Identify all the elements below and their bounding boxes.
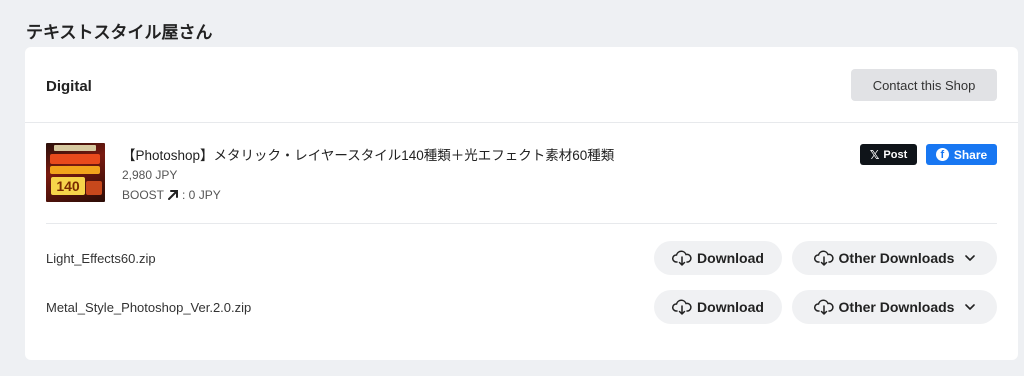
other-downloads-label: Other Downloads (838, 299, 955, 315)
digital-card: Digital Contact this Shop 140 【Photoshop… (25, 47, 1018, 360)
facebook-share-button[interactable]: f Share (926, 144, 997, 165)
file-name: Metal_Style_Photoshop_Ver.2.0.zip (46, 300, 252, 315)
arrow-up-right-icon (168, 190, 179, 200)
cloud-download-icon (672, 250, 692, 266)
download-label: Download (697, 299, 764, 315)
product-price: 2,980 JPY (122, 168, 178, 182)
file-row: Metal_Style_Photoshop_Ver.2.0.zip Downlo… (46, 290, 997, 324)
boost-label: BOOST (122, 188, 165, 202)
cloud-download-icon (672, 299, 692, 315)
card-title: Digital (46, 78, 92, 95)
facebook-share-label: Share (953, 147, 988, 162)
shop-name: テキストスタイル屋さん (26, 23, 213, 42)
x-post-label: Post (883, 148, 908, 161)
file-name: Light_Effects60.zip (46, 251, 156, 266)
product-item: 140 【Photoshop】メタリック・レイヤースタイル140種類＋光エフェク… (46, 142, 997, 224)
download-button[interactable]: Download (654, 241, 782, 275)
other-downloads-button[interactable]: Other Downloads (792, 290, 997, 324)
thumbnail-number: 140 (51, 177, 85, 195)
product-title[interactable]: 【Photoshop】メタリック・レイヤースタイル140種類＋光エフェクト素材6… (122, 144, 614, 164)
x-post-button[interactable]: 𝕏 Post (860, 144, 917, 165)
card-header: Digital Contact this Shop (25, 47, 1018, 123)
download-label: Download (697, 250, 764, 266)
download-button[interactable]: Download (654, 290, 782, 324)
cloud-download-icon (813, 299, 834, 315)
contact-shop-button[interactable]: Contact this Shop (851, 69, 997, 101)
chevron-down-icon (965, 304, 976, 310)
product-thumbnail[interactable]: 140 (46, 143, 105, 202)
boost-value: : 0 JPY (182, 188, 221, 202)
other-downloads-label: Other Downloads (838, 250, 955, 266)
other-downloads-button[interactable]: Other Downloads (792, 241, 997, 275)
boost-info: BOOST : 0 JPY (122, 188, 221, 202)
facebook-icon: f (935, 148, 949, 161)
chevron-down-icon (965, 255, 976, 261)
file-row: Light_Effects60.zip Download Other Downl… (46, 241, 997, 275)
x-logo-icon: 𝕏 (869, 147, 880, 162)
cloud-download-icon (813, 250, 834, 266)
